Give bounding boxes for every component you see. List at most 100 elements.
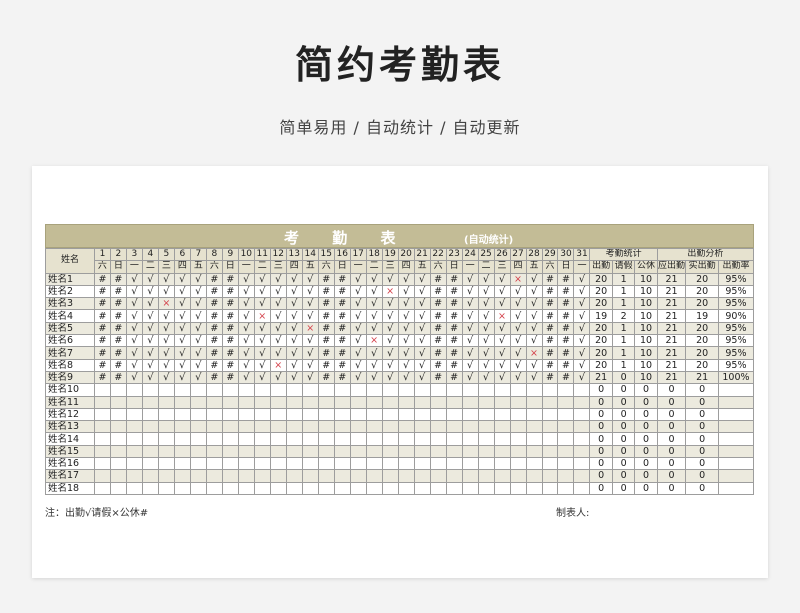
- attendance-cell: √: [349, 370, 367, 385]
- employee-name: 姓名1: [45, 272, 95, 286]
- day-number: 26: [493, 247, 511, 262]
- sheet-title: 考 勤 表: [284, 229, 410, 247]
- day-number: 9: [221, 247, 239, 262]
- stats-value: 10: [634, 321, 658, 336]
- attendance-cell: √: [509, 297, 527, 311]
- weekday-label: 四: [285, 260, 303, 274]
- day-number: 2: [109, 247, 127, 262]
- attendance-cell: [333, 444, 351, 459]
- attendance-cell: √: [381, 309, 399, 323]
- day-number: 11: [253, 247, 271, 262]
- attendance-cell: √: [189, 346, 207, 360]
- attendance-cell: [125, 444, 143, 459]
- attendance-cell: #: [221, 309, 239, 323]
- attendance-cell: √: [173, 284, 191, 299]
- attendance-cell: [445, 469, 463, 483]
- attendance-cell: √: [509, 358, 527, 372]
- analysis-value: 0: [656, 457, 687, 471]
- weekday-label: 一: [573, 260, 591, 274]
- attendance-cell: [573, 444, 591, 459]
- attendance-cell: √: [573, 321, 591, 336]
- attendance-cell: √: [509, 346, 527, 360]
- attendance-cell: [253, 444, 271, 459]
- attendance-cell: [541, 407, 559, 422]
- attendance-cell: [429, 481, 447, 495]
- attendance-cell: √: [413, 334, 431, 348]
- attendance-cell: [141, 481, 159, 495]
- attendance-cell: [397, 383, 415, 397]
- employee-row: 姓名18 0 0 0 0 0: [45, 481, 755, 495]
- attendance-cell: [317, 383, 335, 397]
- attendance-cell: √: [157, 334, 175, 348]
- analysis-value: 0: [656, 444, 687, 459]
- attendance-cell: [429, 432, 447, 446]
- attendance-cell: [269, 481, 287, 495]
- attendance-cell: √: [525, 321, 543, 336]
- attendance-cell: [509, 407, 527, 422]
- attendance-cell: [525, 444, 543, 459]
- attendance-cell: √: [189, 334, 207, 348]
- attendance-cell: [221, 481, 239, 495]
- maker-label: 制表人:: [556, 508, 590, 519]
- analysis-value: 0: [685, 457, 719, 471]
- attendance-cell: √: [349, 358, 367, 372]
- day-number: 14: [301, 247, 319, 262]
- attendance-cell: √: [269, 370, 287, 385]
- attendance-cell: √: [365, 297, 383, 311]
- attendance-cell: [365, 395, 383, 409]
- analysis-value: 20: [685, 346, 719, 360]
- name-header: 姓名: [45, 248, 95, 274]
- stats-value: 2: [611, 309, 636, 323]
- attendance-cell: √: [573, 370, 591, 385]
- attendance-cell: √: [237, 321, 255, 336]
- attendance-cell: [493, 481, 511, 495]
- stats-value: 10: [634, 334, 658, 348]
- attendance-sheet: 考 勤 表 (自动统计) 姓名 1 2 3 4 5 6 7 8 9 10 11 12 13 14 15 16 17…: [45, 224, 755, 495]
- attendance-cell: [477, 395, 495, 409]
- attendance-cell: [221, 432, 239, 446]
- attendance-cell: √: [413, 346, 431, 360]
- attendance-cell: √: [285, 346, 303, 360]
- attendance-cell: [205, 407, 223, 422]
- weekday-label: 一: [461, 260, 479, 274]
- attendance-cell: [557, 420, 575, 434]
- stats-value: 0: [589, 481, 613, 495]
- attendance-cell: [525, 395, 543, 409]
- attendance-cell: [413, 383, 431, 397]
- attendance-cell: ×: [365, 334, 383, 348]
- attendance-cell: √: [477, 346, 495, 360]
- analysis-value: [717, 481, 755, 495]
- employee-name: 姓名15: [45, 444, 95, 459]
- attendance-cell: √: [477, 272, 495, 286]
- attendance-cell: √: [141, 346, 159, 360]
- stats-value: 10: [634, 370, 658, 385]
- stats-value: 10: [634, 309, 658, 323]
- attendance-cell: √: [285, 370, 303, 385]
- attendance-cell: √: [237, 309, 255, 323]
- attendance-cell: [173, 457, 191, 471]
- attendance-cell: [253, 432, 271, 446]
- attendance-cell: [317, 481, 335, 495]
- analysis-value: 95%: [717, 321, 755, 336]
- attendance-cell: #: [429, 346, 447, 360]
- attendance-cell: √: [413, 321, 431, 336]
- attendance-cell: [301, 432, 319, 446]
- employee-name: 姓名3: [45, 297, 95, 311]
- analysis-value: 0: [656, 469, 687, 483]
- employee-name: 姓名8: [45, 358, 95, 372]
- attendance-cell: [493, 457, 511, 471]
- attendance-cell: [445, 407, 463, 422]
- attendance-cell: [189, 469, 207, 483]
- attendance-cell: [285, 457, 303, 471]
- attendance-cell: [365, 457, 383, 471]
- attendance-cell: [269, 457, 287, 471]
- attendance-cell: √: [157, 284, 175, 299]
- attendance-cell: [573, 481, 591, 495]
- attendance-cell: [253, 407, 271, 422]
- attendance-cell: [461, 469, 479, 483]
- attendance-cell: [381, 420, 399, 434]
- attendance-cell: [285, 481, 303, 495]
- attendance-cell: [509, 395, 527, 409]
- attendance-cell: √: [157, 358, 175, 372]
- attendance-cell: #: [109, 358, 127, 372]
